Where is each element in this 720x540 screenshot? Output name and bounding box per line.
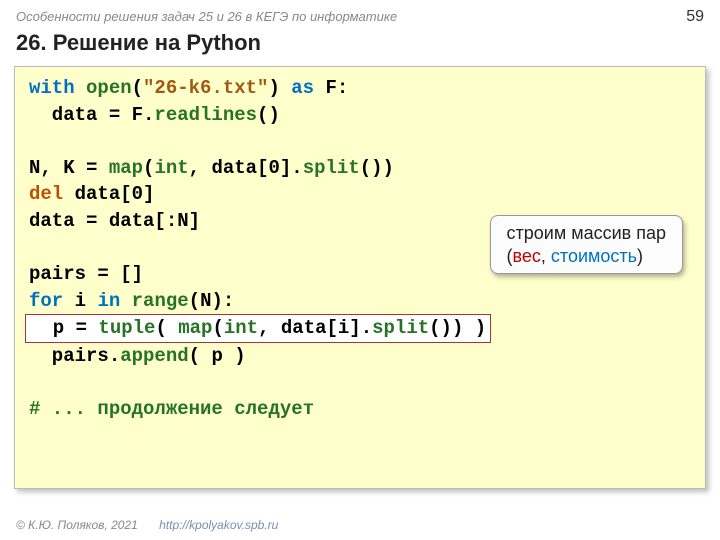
fn-map: map — [109, 157, 143, 179]
code-text: (N): — [189, 290, 235, 312]
code-text: ( — [155, 317, 178, 339]
code-text: ()) — [360, 157, 394, 179]
comma: , — [541, 246, 551, 266]
code-block: with open ( "26-k6.txt") as F: data = F.re… — [14, 66, 706, 489]
paren: ) — [637, 246, 643, 266]
string-literal: "26-k6.txt" — [143, 77, 268, 99]
kw-as: as — [291, 77, 314, 99]
fn-int: int — [224, 317, 258, 339]
footer-link[interactable]: http://kpolyakov.spb.ru — [159, 518, 278, 532]
highlighted-line: p = tuple( map(int, data[i].split()) ) — [25, 314, 491, 343]
code-text: data = data[:N] — [29, 210, 200, 232]
code-text: , data[i]. — [258, 317, 372, 339]
code-text: pairs = [] — [29, 263, 143, 285]
callout-bubble: строим массив пар (вес, стоимость) — [490, 215, 683, 274]
fn-split: split — [303, 157, 360, 179]
code-text: , data[0]. — [189, 157, 303, 179]
callout-line2: (вес, стоимость) — [507, 245, 666, 268]
fn-readlines: readlines — [154, 104, 257, 126]
code-text — [120, 290, 131, 312]
kw-del: del — [29, 183, 63, 205]
code-text: ( — [212, 317, 223, 339]
code-text: p = — [30, 317, 98, 339]
fn-range: range — [132, 290, 189, 312]
copyright-text: © К.Ю. Поляков, 2021 — [16, 518, 138, 532]
code-text: data[0] — [63, 183, 154, 205]
code-text: i — [63, 290, 97, 312]
fn-split: split — [372, 317, 429, 339]
code-text: pairs. — [29, 345, 120, 367]
code-text: data = F. — [29, 104, 154, 126]
fn-int: int — [154, 157, 188, 179]
top-bar: Особенности решения задач 25 и 26 в КЕГЭ… — [0, 0, 720, 28]
document-subtitle: Особенности решения задач 25 и 26 в КЕГЭ… — [16, 9, 397, 24]
kw-with: with — [29, 77, 75, 99]
code-text: ( — [143, 157, 154, 179]
code-text: ( p ) — [189, 345, 246, 367]
comment: # ... продолжение следует — [29, 398, 314, 420]
fn-tuple: tuple — [98, 317, 155, 339]
fn-append: append — [120, 345, 188, 367]
fn-map: map — [178, 317, 212, 339]
footer: © К.Ю. Поляков, 2021 http://kpolyakov.sp… — [16, 518, 278, 532]
callout-cost: стоимость — [551, 246, 637, 266]
callout-line1: строим массив пар — [507, 222, 666, 245]
kw-in: in — [97, 290, 120, 312]
page-number: 59 — [686, 8, 704, 26]
kw-for: for — [29, 290, 63, 312]
code-text: ()) ) — [429, 317, 486, 339]
code-text: F: — [314, 77, 348, 99]
slide: Особенности решения задач 25 и 26 в КЕГЭ… — [0, 0, 720, 540]
callout-weight: вес — [513, 246, 541, 266]
code-text: N, K = — [29, 157, 109, 179]
page-title: 26. Решение на Python — [0, 28, 720, 66]
fn-open: open — [86, 77, 132, 99]
code-text: () — [257, 104, 280, 126]
